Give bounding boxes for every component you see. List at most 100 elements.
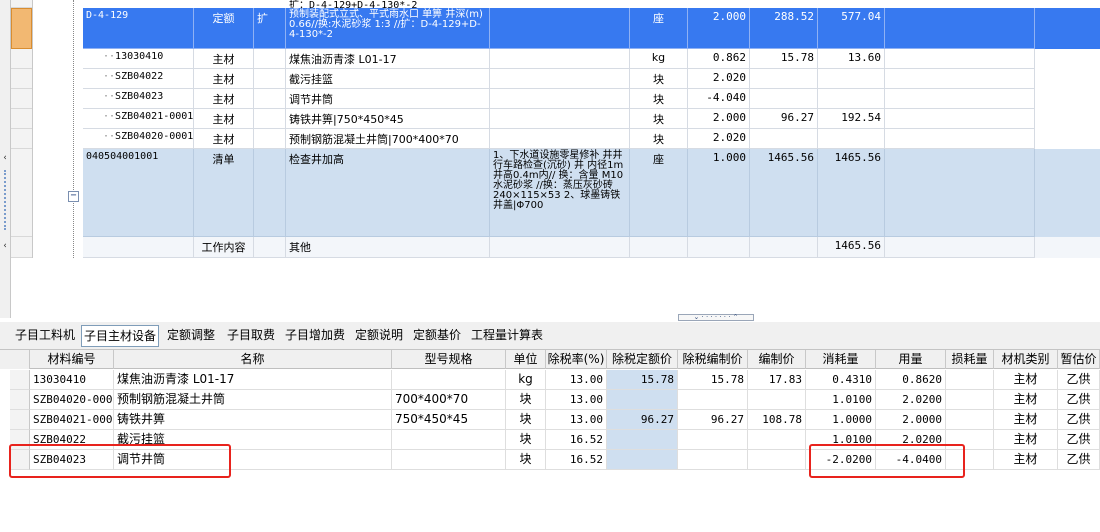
row-header-cell[interactable]	[11, 149, 32, 237]
cell-ext[interactable]	[254, 237, 286, 258]
cell-spec[interactable]: 750*450*45	[392, 410, 506, 430]
cell-code[interactable]: ··SZB04020-0001	[83, 129, 194, 149]
cell-price[interactable]: 1465.56	[750, 149, 818, 237]
cell-compiled-price[interactable]: 17.83	[748, 370, 806, 390]
cell-extra[interactable]	[885, 89, 1035, 109]
cell-provisional[interactable]: 乙供	[1058, 430, 1100, 450]
cell-name[interactable]: 预制钢筋混凝土井筒	[114, 390, 392, 410]
cell-type[interactable]: 主材	[194, 89, 254, 109]
cell-compiled-price-ex-tax[interactable]: 96.27	[678, 410, 748, 430]
cell-compiled-price-ex-tax[interactable]	[678, 450, 748, 470]
cell-extra[interactable]	[885, 49, 1035, 69]
cell-name[interactable]: 其他	[286, 237, 490, 258]
cell-compiled-price[interactable]	[748, 430, 806, 450]
cell-extra[interactable]	[885, 8, 1035, 49]
cell-category[interactable]: 主材	[994, 450, 1058, 470]
collapse-left-arrow-icon-2[interactable]: ‹	[0, 240, 10, 252]
material-row[interactable]: SZB04021-0001 铸铁井箅 750*450*45 块 13.00 96…	[0, 410, 1100, 430]
cell-usage[interactable]: 2.0200	[876, 390, 946, 410]
cell-ext[interactable]	[254, 69, 286, 89]
cell-loss[interactable]	[946, 390, 994, 410]
cell-spec[interactable]: 700*400*70	[392, 390, 506, 410]
cell-unit[interactable]: kg	[630, 49, 688, 69]
cell-ext[interactable]	[254, 49, 286, 69]
cell-unit[interactable]: 座	[630, 149, 688, 237]
row-header-cell[interactable]	[11, 0, 32, 8]
cell-feature[interactable]	[490, 69, 630, 89]
header-material-code[interactable]: 材料编号	[30, 350, 114, 369]
cell-usage[interactable]: 2.0000	[876, 410, 946, 430]
cell-ext[interactable]: 扩	[254, 8, 286, 49]
cell-price[interactable]	[750, 69, 818, 89]
item-row[interactable]: ··SZB04023 主材 调节井筒 块 -4.040	[83, 89, 1100, 109]
cell-name[interactable]: 预制钢筋混凝土井筒|700*400*70	[286, 129, 490, 149]
cell-feature[interactable]	[490, 89, 630, 109]
cell-type[interactable]: 主材	[194, 109, 254, 129]
cell-code[interactable]: D-4-129	[83, 8, 194, 49]
cell-tax-rate[interactable]: 16.52	[546, 430, 607, 450]
cell-feature[interactable]	[490, 109, 630, 129]
cell-name[interactable]: 铸铁井箅|750*450*45	[286, 109, 490, 129]
cell-name[interactable]: 调节井筒	[286, 89, 490, 109]
cell-material-code[interactable]: 13030410	[30, 370, 114, 390]
cell-price[interactable]: 96.27	[750, 109, 818, 129]
cell-price[interactable]	[750, 237, 818, 258]
row-header-cell[interactable]	[10, 410, 30, 430]
cell-quota-price[interactable]	[607, 430, 678, 450]
cell-category[interactable]: 主材	[994, 390, 1058, 410]
cell-consumption[interactable]: 0.4310	[806, 370, 876, 390]
cell-spec[interactable]	[392, 450, 506, 470]
cell-unit[interactable]: 块	[630, 109, 688, 129]
material-row[interactable]: 13030410 煤焦油沥青漆 L01-17 kg 13.00 15.78 15…	[0, 370, 1100, 390]
cell-type[interactable]: 主材	[194, 49, 254, 69]
cell-consumption[interactable]: 1.0100	[806, 390, 876, 410]
cell-code[interactable]: ··SZB04021-0001	[83, 109, 194, 129]
rail-grip-icon[interactable]	[4, 170, 6, 230]
header-tax-rate[interactable]: 除税率(%)	[546, 350, 607, 369]
cell-code[interactable]: ··SZB04023	[83, 89, 194, 109]
cell-spec[interactable]	[392, 430, 506, 450]
header-usage[interactable]: 用量	[876, 350, 946, 369]
left-collapse-rail[interactable]: ‹ ‹	[0, 0, 11, 318]
pane-splitter[interactable]: ⌄ · · · · · · · ⌃	[0, 313, 1100, 321]
tab-labor-material-machine[interactable]: 子目工料机	[13, 325, 77, 347]
cell-loss[interactable]	[946, 410, 994, 430]
item-row[interactable]: ··SZB04022 主材 截污挂篮 块 2.020	[83, 69, 1100, 89]
tab-additional-fees[interactable]: 子目增加费	[283, 325, 347, 347]
cell-qty[interactable]: 2.020	[688, 69, 750, 89]
tab-quota-adjust[interactable]: 定额调整	[165, 325, 217, 347]
cell-compiled-price[interactable]: 108.78	[748, 410, 806, 430]
bill-item-row[interactable]: 040504001001 清单 检查井加高 1、下水道设施零星修补 井井 行车路…	[83, 149, 1100, 237]
cell-qty[interactable]: 0.862	[688, 49, 750, 69]
cell-compiled-price-ex-tax[interactable]	[678, 390, 748, 410]
cell-total[interactable]	[818, 129, 885, 149]
cell-provisional[interactable]: 乙供	[1058, 370, 1100, 390]
cell-material-code[interactable]: SZB04021-0001	[30, 410, 114, 430]
cell-unit[interactable]: 块	[506, 390, 546, 410]
cell-code[interactable]: ··SZB04022	[83, 69, 194, 89]
cell-extra[interactable]	[885, 69, 1035, 89]
cell-unit[interactable]: 块	[506, 430, 546, 450]
cell-total[interactable]: 13.60	[818, 49, 885, 69]
cell-tax-rate[interactable]: 13.00	[546, 390, 607, 410]
cell-name[interactable]: 预制装配式立式、平式雨水口 单箅 井深(m) 0.66//换:水泥砂浆 1:3 …	[286, 8, 490, 49]
cell-qty[interactable]: 2.000	[688, 8, 750, 49]
cell-ext[interactable]	[254, 89, 286, 109]
cell-feature[interactable]: 1、下水道设施零星修补 井井 行车路检查(沉砂) 井 内径1m 井高0.4m内/…	[490, 149, 630, 237]
cell-code[interactable]: ··13030410	[83, 49, 194, 69]
splitter-grip-icon[interactable]: ⌄ · · · · · · · ⌃	[678, 314, 754, 321]
collapse-left-arrow-icon[interactable]: ‹	[0, 152, 10, 164]
cell-feature[interactable]	[490, 237, 630, 258]
cell-total[interactable]	[818, 89, 885, 109]
cell-price[interactable]: 288.52	[750, 8, 818, 49]
header-spec[interactable]: 型号规格	[392, 350, 506, 369]
cell-unit[interactable]: 块	[506, 450, 546, 470]
row-header-cell[interactable]	[11, 69, 32, 89]
cell-loss[interactable]	[946, 370, 994, 390]
cell-unit[interactable]: 块	[630, 89, 688, 109]
work-content-row[interactable]: 工作内容 其他 1465.56	[83, 237, 1100, 258]
cell-qty[interactable]: 2.020	[688, 129, 750, 149]
cell-code[interactable]: 040504001001	[83, 149, 194, 237]
cell-total[interactable]: 1465.56	[818, 149, 885, 237]
cell-feature[interactable]	[490, 129, 630, 149]
